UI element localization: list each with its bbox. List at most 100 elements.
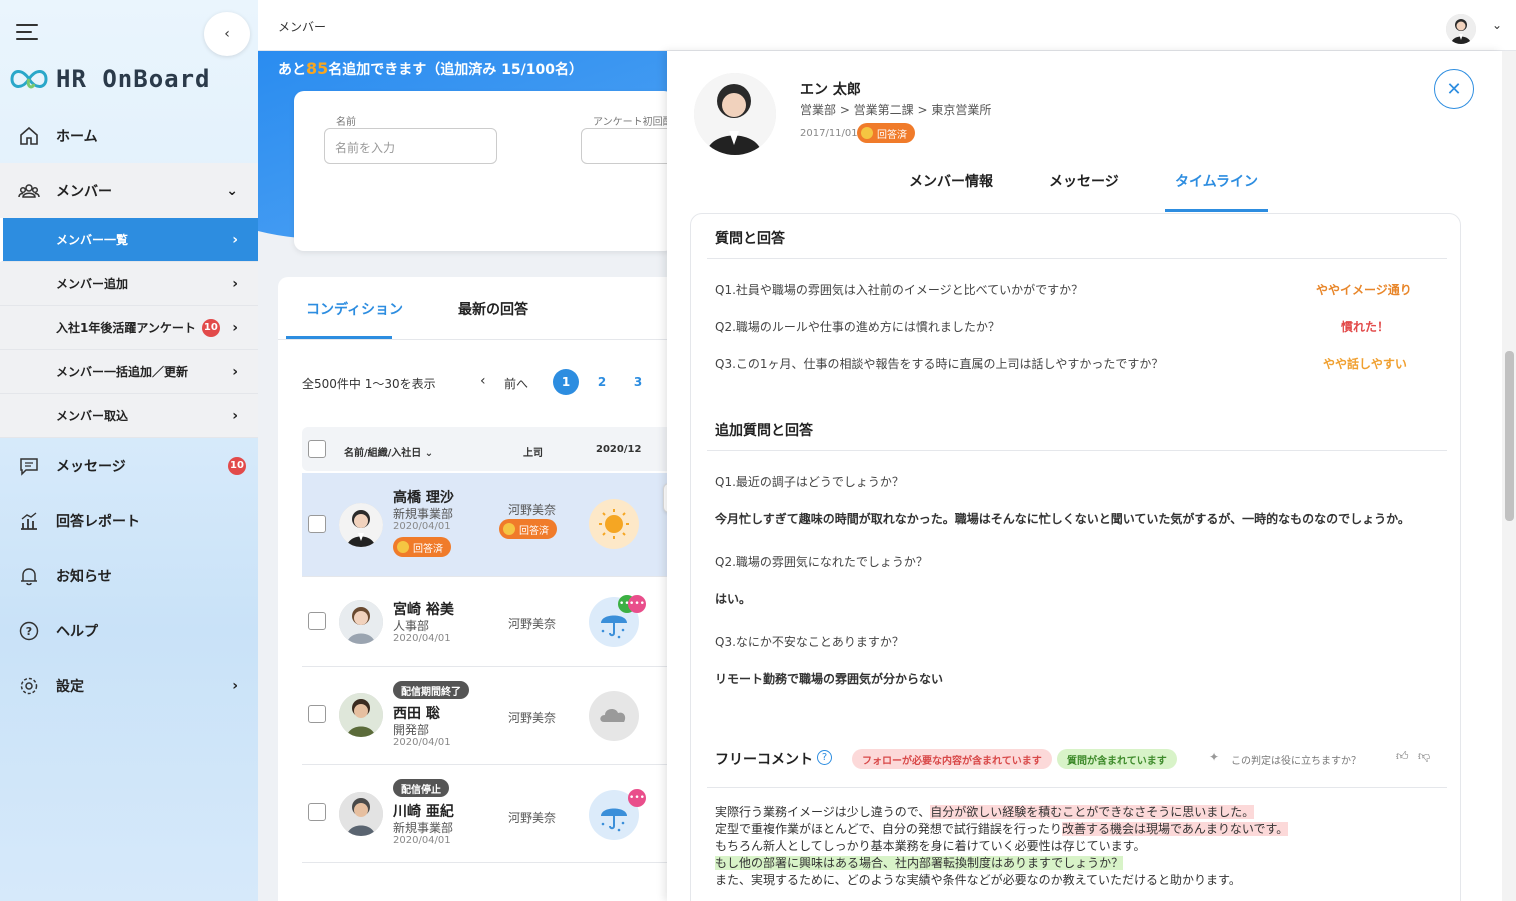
scrollbar-thumb[interactable]	[1505, 351, 1514, 521]
comment-text: 定型で重複作業がほとんどで、自分の発想で試行錯誤を行ったり	[715, 822, 1062, 836]
sidebar-item-message[interactable]: メッセージ 10	[0, 438, 258, 493]
chevron-right-icon: ›	[232, 319, 238, 336]
question-text: Q1.社員や職場の雰囲気は入社前のイメージと比べていかがですか？	[715, 283, 1084, 297]
name-search-input[interactable]: 名前を入力	[324, 128, 497, 164]
tab-condition[interactable]: コンディション	[306, 299, 403, 319]
extra-answer-text: 今月忙しすぎて趣味の時間が取れなかった。職場はそんなに忙しくないと聞いていた気が…	[715, 512, 1410, 526]
thumbs-down-icon[interactable]: 👎︎	[1418, 749, 1430, 764]
cloudy-weather-icon[interactable]	[589, 691, 639, 741]
tab-latest-answer[interactable]: 最新の回答	[458, 299, 528, 319]
sidebar-item-label: ヘルプ	[56, 623, 98, 640]
member-dept: 新規事業部	[393, 507, 454, 521]
member-name[interactable]: 川崎 亜紀	[393, 801, 454, 821]
chevron-right-icon: ›	[232, 363, 238, 380]
row-checkbox[interactable]	[308, 803, 326, 821]
question-text: Q3.この1ヶ月、仕事の相談や報告をする時に直属の上司は話しやすかったですか？	[715, 357, 1164, 371]
close-button[interactable]: ✕	[1434, 69, 1474, 109]
tab-underline	[286, 336, 392, 339]
tab-member-info[interactable]: メンバー情報	[909, 171, 993, 191]
page-1-button[interactable]: 1	[553, 369, 579, 395]
member-department: 営業部 > 営業第二課 > 東京営業所	[800, 103, 992, 117]
submenu-item-member-add[interactable]: メンバー追加 ›	[0, 262, 258, 306]
member-avatar	[694, 73, 776, 155]
answer-text: やや話しやすい	[1323, 357, 1407, 371]
sidebar-item-notice[interactable]: お知らせ	[0, 548, 258, 603]
tab-timeline[interactable]: タイムライン	[1175, 171, 1258, 191]
sidebar-item-settings[interactable]: 設定 ›	[0, 658, 258, 713]
survey-label: アンケート初回配	[593, 117, 668, 128]
sidebar-item-help[interactable]: ? ヘルプ	[0, 603, 258, 658]
member-dept: 人事部	[393, 619, 430, 633]
member-name[interactable]: 西田 聡	[393, 703, 440, 723]
extra-answer-text: はい。	[715, 592, 752, 606]
sidebar-item-label: 回答レポート	[56, 513, 140, 530]
submenu-label: メンバー一覧	[56, 233, 129, 247]
chevron-right-icon: ›	[232, 231, 238, 248]
boss-answered-label: 回答済	[519, 525, 549, 537]
member-name[interactable]: 宮崎 裕美	[393, 599, 454, 619]
chevron-down-icon[interactable]: ⌄	[1492, 18, 1502, 32]
table-row[interactable]: 宮崎 裕美 人事部 2020/04/01 河野美奈 ••• •••	[302, 577, 668, 667]
help-icon[interactable]: ?	[817, 750, 832, 765]
page-2-button[interactable]: 2	[589, 369, 615, 395]
comment-bubble-icon[interactable]: •••	[628, 595, 646, 613]
comment-line: 実際行う業務イメージは少し違うので、自分が欲しい経験を積むことができなさそうに思…	[715, 804, 1288, 821]
timeline-body: 質問と回答 Q1.社員や職場の雰囲気は入社前のイメージと比べていかがですか？ や…	[690, 213, 1461, 901]
prev-page-button[interactable]: 前へ	[504, 375, 528, 392]
comment-bubble-icon[interactable]: •••	[628, 789, 646, 807]
medal-icon	[861, 127, 873, 139]
members-submenu: メンバー一覧 › メンバー追加 › 入社1年後活躍アンケート 10 › メンバー一括追加…	[0, 218, 258, 438]
submenu-label: 入社1年後活躍アンケート	[56, 321, 196, 335]
sidebar-nav: ホーム メンバー ⌄ メンバー一覧 › メンバー追加 › 入社1年後活躍アンケート 1…	[0, 108, 258, 713]
sidebar-item-members[interactable]: メンバー ⌄	[0, 163, 258, 218]
comment-text: 実際行う業務イメージは少し違うので、	[715, 805, 931, 819]
close-icon: ✕	[1446, 78, 1462, 100]
submenu-item-survey[interactable]: 入社1年後活躍アンケート 10 ›	[0, 306, 258, 350]
table-header: 名前/組織/入社日 ⌄ 上司 2020/12	[302, 427, 668, 471]
comment-line: また、実現するために、どのような実績や条件などが必要なのか教えていただけると助か…	[715, 872, 1288, 889]
row-checkbox[interactable]	[308, 705, 326, 723]
status-tag: 配信停止	[393, 779, 449, 797]
column-month: 2020/12	[596, 444, 642, 455]
answered-label: 回答済	[413, 543, 443, 555]
notification-badge: 10	[228, 456, 246, 475]
column-name[interactable]: 名前/組織/入社日 ⌄	[344, 444, 433, 459]
bell-icon	[18, 565, 40, 587]
user-avatar[interactable]	[1446, 14, 1476, 44]
capacity-prefix: あと	[278, 62, 306, 78]
panel-scrollbar[interactable]	[1502, 51, 1516, 901]
row-checkbox[interactable]	[308, 612, 326, 630]
member-join-date: 2017/11/01	[800, 128, 858, 139]
sidebar-item-home[interactable]: ホーム	[0, 108, 258, 163]
boss-name: 河野美奈	[508, 503, 557, 517]
member-date: 2020/04/01	[393, 521, 451, 532]
page-3-button[interactable]: 3	[625, 369, 651, 395]
tab-message[interactable]: メッセージ	[1049, 171, 1119, 191]
sunny-weather-icon[interactable]	[589, 499, 639, 549]
member-dept: 開発部	[393, 723, 430, 737]
row-checkbox[interactable]	[308, 515, 326, 533]
table-row[interactable]: 配信期間終了 西田 聡 開発部 2020/04/01 河野美奈	[302, 667, 668, 765]
table-row[interactable]: 配信停止 川崎 亜紀 新規事業部 2020/04/01 河野美奈 •••	[302, 765, 668, 863]
collapse-sidebar-button[interactable]: ‹	[204, 12, 250, 56]
hamburger-menu-icon[interactable]	[16, 24, 38, 40]
free-comment-title: フリーコメント	[715, 752, 813, 768]
select-all-checkbox[interactable]	[308, 440, 326, 458]
member-name[interactable]: 高橋 理沙	[393, 487, 454, 507]
report-icon	[18, 510, 40, 532]
thumbs-up-icon[interactable]: 👍︎	[1396, 749, 1409, 764]
column-name-label: 名前/組織/入社日	[344, 448, 422, 459]
sidebar-item-report[interactable]: 回答レポート	[0, 493, 258, 548]
divider	[707, 450, 1447, 451]
member-date: 2020/04/01	[393, 737, 451, 748]
chevron-left-icon[interactable]: ‹	[480, 373, 486, 389]
table-row[interactable]: 高橋 理沙 新規事業部 2020/04/01 回答済 河野美奈 回答済	[302, 473, 668, 577]
submenu-item-import[interactable]: メンバー取込 ›	[0, 394, 258, 438]
survey-date-input[interactable]	[581, 128, 668, 164]
logo: HR OnBoard	[10, 64, 211, 94]
submenu-item-member-list[interactable]: メンバー一覧 ›	[0, 218, 258, 262]
capacity-text: あと85名追加できます（追加済み 15/100名）	[278, 59, 583, 79]
answered-label: 回答済	[877, 129, 907, 141]
submenu-item-bulk-add[interactable]: メンバー一括追加／更新 ›	[0, 350, 258, 394]
member-list-card: コンディション 最新の回答 全500件中 1〜30を表示 ‹ 前へ 1 2 3 …	[278, 277, 668, 901]
